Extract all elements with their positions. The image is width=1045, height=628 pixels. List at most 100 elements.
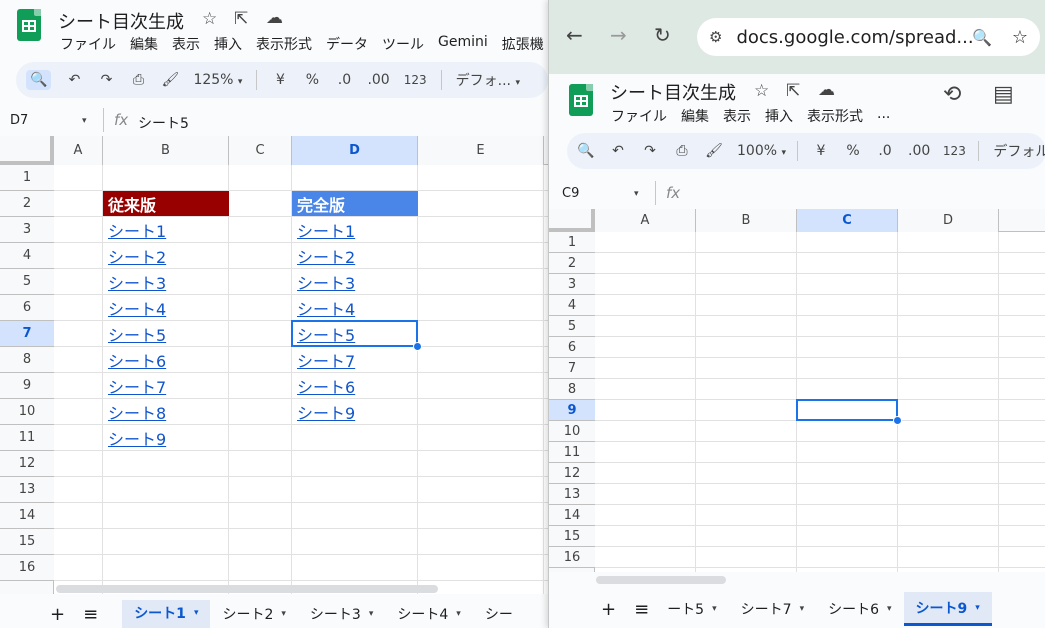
zoom-icon[interactable]: 🔍 [972, 28, 992, 47]
column-header[interactable]: D [898, 209, 999, 232]
sheet-link[interactable]: シート4 [292, 295, 418, 321]
menu-file[interactable]: ファイル [60, 34, 116, 54]
increase-decimal-button[interactable]: .00 [908, 143, 930, 159]
site-info-icon[interactable]: ⚙ [709, 28, 722, 46]
sheets-logo-icon[interactable] [17, 9, 41, 41]
sheet-link[interactable]: シート2 [292, 243, 418, 269]
row-header[interactable]: 12 [549, 463, 595, 484]
row-header[interactable]: 7 [0, 321, 54, 347]
decrease-decimal-button[interactable]: .0 [876, 143, 894, 159]
bookmark-star-icon[interactable]: ☆ [1012, 27, 1028, 48]
column-header[interactable]: C [229, 136, 292, 165]
row-header[interactable]: 9 [0, 373, 54, 399]
row-header[interactable]: 7 [549, 358, 595, 379]
sheet-tab[interactable]: シート7 ▾ [729, 592, 816, 626]
row-header[interactable]: 2 [0, 191, 54, 217]
sheet-tab[interactable]: シート9 ▾ [903, 592, 992, 626]
row-header[interactable]: 3 [0, 217, 54, 243]
undo-icon[interactable]: ↶ [609, 143, 627, 159]
forward-icon[interactable]: → [610, 25, 627, 45]
cell-header-complete[interactable]: 完全版 [292, 191, 418, 216]
column-header[interactable]: A [54, 136, 103, 165]
fill-handle[interactable] [413, 342, 422, 351]
comments-icon[interactable]: ▤ [993, 84, 1014, 106]
menu-extensions[interactable]: 拡張機 [502, 34, 544, 54]
sheet-tab[interactable]: ート5 ▾ [655, 592, 728, 626]
reload-icon[interactable]: ↻ [654, 25, 671, 45]
address-bar[interactable]: ⚙ docs.google.com/spread... 🔍 ☆ [697, 18, 1040, 56]
column-header[interactable]: A [595, 209, 696, 232]
sheet-tab[interactable]: シート3 ▾ [298, 600, 385, 628]
move-folder-icon[interactable]: ⇱ [786, 82, 800, 100]
menu-tools[interactable]: ツール [382, 34, 424, 54]
sheet-link[interactable]: シート4 [103, 295, 229, 321]
redo-icon[interactable]: ↷ [641, 143, 659, 159]
row-header[interactable]: 6 [549, 337, 595, 358]
sheet-link[interactable]: シート9 [103, 425, 229, 451]
menu-view[interactable]: 表示 [172, 34, 200, 54]
sheet-link[interactable]: シート1 [292, 217, 418, 243]
star-icon[interactable]: ☆ [754, 82, 769, 100]
sheet-tab[interactable]: シー [473, 600, 525, 628]
paint-format-icon[interactable]: 🖌 [161, 72, 180, 88]
row-header[interactable]: 8 [549, 379, 595, 400]
selected-cell[interactable] [796, 399, 898, 421]
right-grid[interactable]: A B C D 1 2 3 4 5 6 7 8 9 10 11 12 13 14 15 16 [549, 209, 1045, 572]
sheet-tab[interactable]: シート1 ▾ [122, 600, 211, 628]
column-header[interactable]: D [292, 136, 418, 165]
sheet-tab[interactable]: シート6 ▾ [816, 592, 903, 626]
doc-title[interactable]: シート目次生成 [610, 79, 736, 105]
name-box-dropdown-icon[interactable]: ▾ [634, 189, 639, 199]
row-header[interactable]: 8 [0, 347, 54, 373]
add-sheet-icon[interactable]: + [549, 592, 634, 626]
zoom-select[interactable]: 125% ▾ [193, 72, 242, 88]
row-header[interactable]: 10 [0, 399, 54, 425]
currency-format-button[interactable]: ¥ [271, 72, 289, 88]
menu-file[interactable]: ファイル [611, 106, 667, 126]
cell-header-legacy[interactable]: 従来版 [103, 191, 229, 216]
star-icon[interactable]: ☆ [202, 10, 217, 28]
menu-data[interactable]: データ [326, 34, 368, 54]
print-icon[interactable]: ⎙ [129, 72, 147, 88]
row-header[interactable]: 11 [549, 442, 595, 463]
name-box[interactable]: D7 [10, 113, 28, 128]
menu-view[interactable]: 表示 [723, 106, 751, 126]
row-header[interactable]: 5 [0, 269, 54, 295]
select-all-corner[interactable] [549, 209, 595, 232]
percent-format-button[interactable]: % [303, 72, 321, 88]
back-icon[interactable]: ← [566, 25, 583, 45]
column-header[interactable]: E [418, 136, 544, 165]
number-format-button[interactable]: 123 [943, 144, 966, 158]
sheet-link[interactable]: シート7 [292, 347, 418, 373]
sheet-tab[interactable]: シート2 ▾ [210, 600, 297, 628]
select-all-corner[interactable] [0, 136, 54, 165]
sheet-link[interactable]: シート3 [292, 269, 418, 295]
print-icon[interactable]: ⎙ [673, 143, 691, 159]
zoom-select[interactable]: 100% ▾ [737, 143, 786, 159]
column-header[interactable]: B [696, 209, 797, 232]
row-header[interactable]: 13 [0, 477, 54, 503]
sheet-link[interactable]: シート2 [103, 243, 229, 269]
horizontal-scrollbar[interactable] [56, 585, 438, 593]
menu-edit[interactable]: 編集 [130, 34, 158, 54]
left-grid[interactable]: A B C D E 1 2 3 4 5 6 7 8 9 10 11 12 13 14 15 16 従来版 完全版 シート1 シー… [0, 136, 548, 594]
sheet-link[interactable]: シート6 [292, 373, 418, 399]
increase-decimal-button[interactable]: .00 [367, 72, 389, 88]
row-header[interactable]: 15 [0, 529, 54, 555]
sheet-link[interactable]: シート1 [103, 217, 229, 243]
number-format-button[interactable]: 123 [404, 73, 427, 87]
redo-icon[interactable]: ↷ [97, 72, 115, 88]
sheet-link[interactable]: シート5 [103, 321, 229, 347]
row-header[interactable]: 16 [0, 555, 54, 581]
sheet-tab[interactable]: シート4 ▾ [385, 600, 472, 628]
row-header[interactable]: 10 [549, 421, 595, 442]
font-select[interactable]: デフォ... ▾ [456, 70, 520, 90]
row-header[interactable]: 12 [0, 451, 54, 477]
cloud-status-icon[interactable]: ☁ [266, 9, 283, 27]
sheet-link[interactable]: シート7 [103, 373, 229, 399]
menu-format[interactable]: 表示形式 [807, 106, 863, 126]
row-header[interactable]: 16 [549, 547, 595, 568]
version-history-icon[interactable]: ⟲ [943, 84, 961, 106]
menu-insert[interactable]: 挿入 [765, 106, 793, 126]
currency-format-button[interactable]: ¥ [812, 143, 830, 159]
